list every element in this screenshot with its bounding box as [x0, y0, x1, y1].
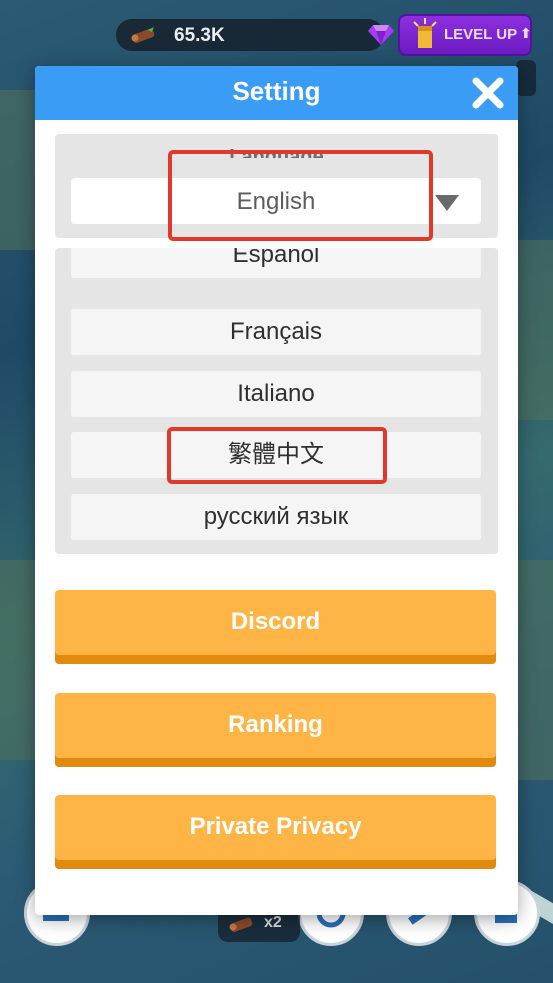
- purple-gem-icon: [368, 25, 394, 45]
- discord-button[interactable]: Discord: [55, 590, 496, 664]
- ranking-button[interactable]: Ranking: [55, 693, 496, 767]
- dialog-title: Setting: [232, 76, 321, 106]
- privacy-button[interactable]: Private Privacy: [55, 795, 496, 869]
- privacy-button-label: Private Privacy: [189, 813, 362, 840]
- wood-log-icon: [229, 917, 253, 932]
- level-up-tower-icon: [413, 18, 437, 48]
- up-arrow-icon: ⬆: [520, 26, 532, 42]
- level-up-label: LEVEL UP: [444, 26, 518, 43]
- language-options-list[interactable]: Español Français Italiano 繁體中文 русский я…: [55, 248, 498, 554]
- close-x-icon: [472, 77, 504, 109]
- wood-bonus-label: x2: [264, 914, 282, 931]
- wood-count: 65.3K: [174, 25, 225, 46]
- ranking-button-label: Ranking: [228, 711, 323, 738]
- close-button[interactable]: [469, 74, 507, 112]
- discord-button-label: Discord: [230, 608, 321, 635]
- side-menu-button[interactable]: [516, 60, 536, 96]
- wood-log-icon: [131, 27, 155, 43]
- language-option[interactable]: Français: [71, 309, 481, 355]
- dropdown-arrow-icon: [435, 195, 459, 211]
- resource-bar: 65.3K 9 +: [116, 19, 481, 51]
- level-up-button[interactable]: LEVEL UP ⬆: [398, 14, 532, 56]
- language-option[interactable]: русский язык: [71, 494, 481, 540]
- option-highlight: [167, 427, 387, 484]
- language-option[interactable]: Español: [71, 248, 481, 278]
- dialog-header: Setting: [35, 66, 518, 120]
- language-option[interactable]: Italiano: [71, 371, 481, 417]
- selected-language-highlight: [168, 150, 433, 241]
